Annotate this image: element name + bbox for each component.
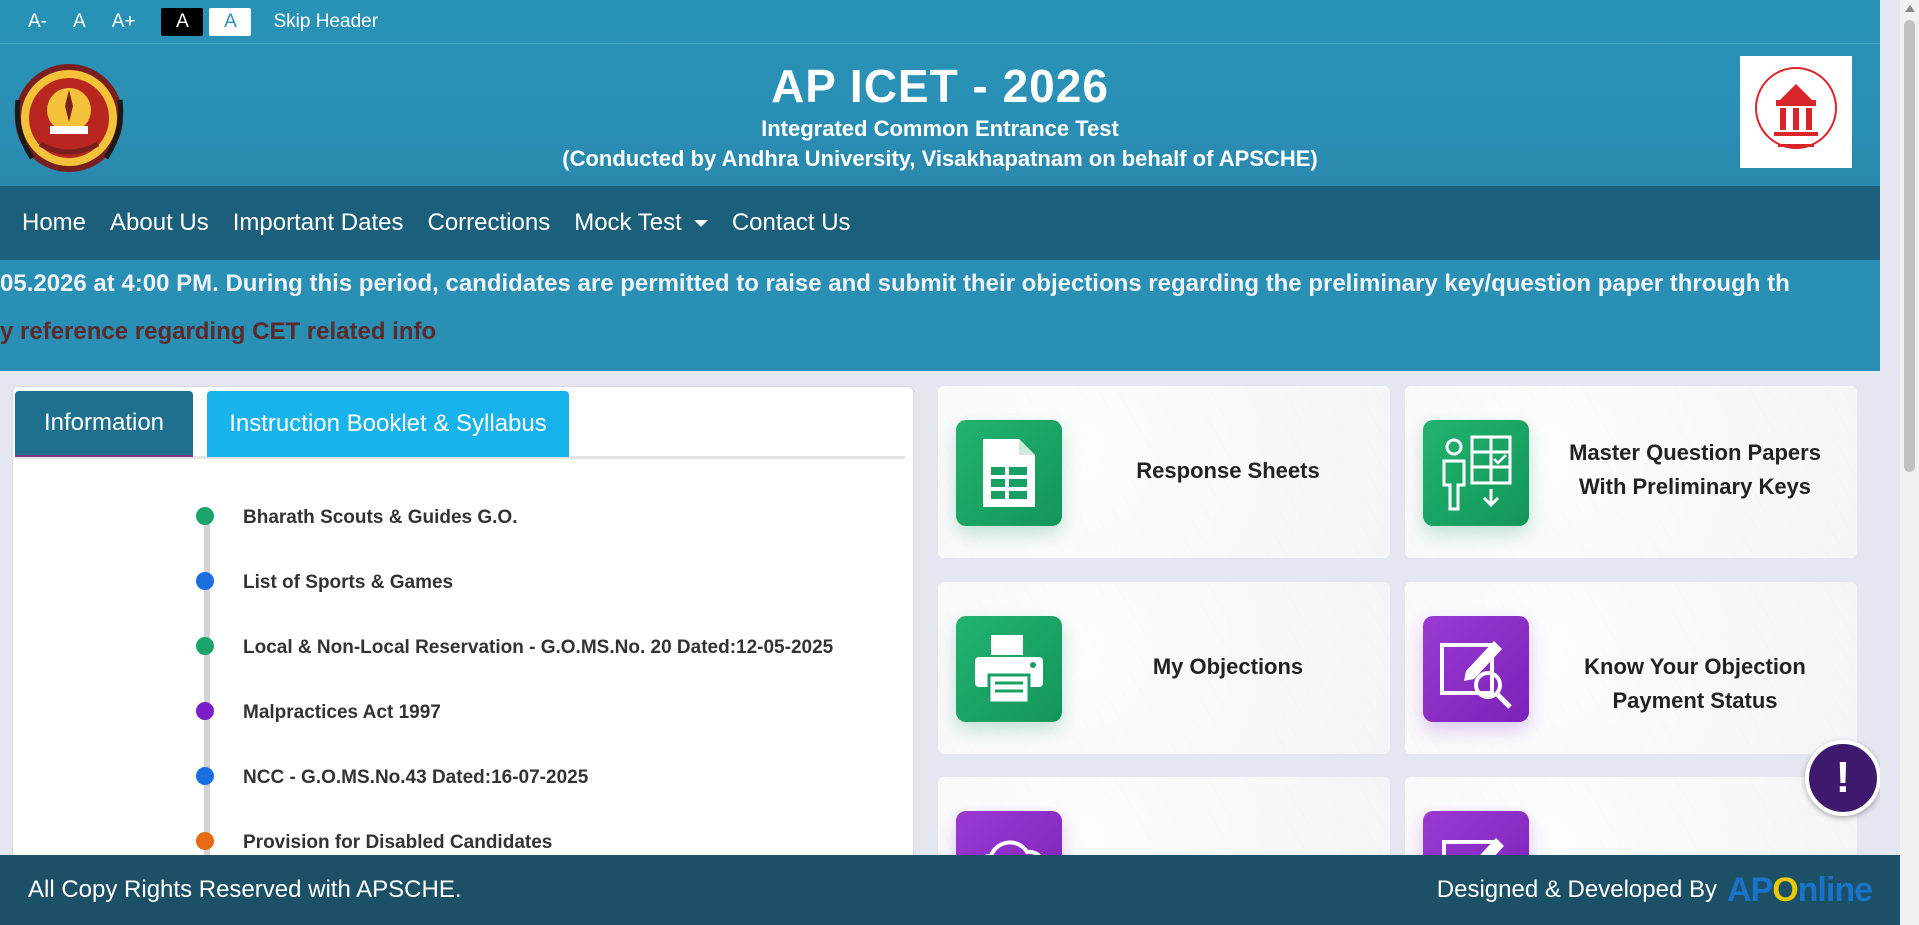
timeline-item-label[interactable]: Bharath Scouts & Guides G.O. bbox=[243, 507, 518, 529]
timeline-dot bbox=[196, 572, 214, 590]
nav-corrections[interactable]: Corrections bbox=[428, 209, 551, 237]
timeline-dot bbox=[196, 507, 214, 525]
master-question-papers-label-1: Master Question Papers bbox=[1569, 440, 1821, 465]
site-subtitle: Integrated Common Entrance Test bbox=[761, 116, 1119, 141]
footer-credits: Designed & Developed By APOnline bbox=[1436, 870, 1873, 910]
exclamation-icon: ! bbox=[1835, 753, 1851, 802]
apsche-logo[interactable] bbox=[1740, 56, 1852, 168]
timeline-item-label[interactable]: List of Sports & Games bbox=[243, 572, 453, 594]
objection-payment-status-label-2: Payment Status bbox=[1612, 688, 1778, 713]
edit-search-icon bbox=[1423, 616, 1529, 722]
nav-mock-test[interactable]: Mock Test bbox=[574, 209, 708, 237]
nav-important-dates[interactable]: Important Dates bbox=[233, 209, 404, 237]
aponline-o: O bbox=[1772, 870, 1798, 909]
aponline-ap: AP bbox=[1726, 870, 1773, 909]
help-alert-button[interactable]: ! bbox=[1805, 740, 1880, 816]
site-title-block: AP ICET - 2026 Integrated Common Entranc… bbox=[440, 58, 1440, 174]
response-sheets-card[interactable]: Response Sheets bbox=[938, 386, 1390, 558]
contrast-light-button[interactable]: A bbox=[209, 7, 252, 36]
aponline-nline: nline bbox=[1797, 870, 1873, 909]
tab-information[interactable]: Information bbox=[15, 391, 193, 457]
footer: All Copy Rights Reserved with APSCHE. De… bbox=[0, 855, 1900, 925]
conducted-by-text: (Conducted by Andhra University, Visakha… bbox=[562, 146, 1318, 171]
timeline-item-label[interactable]: Malpractices Act 1997 bbox=[243, 702, 441, 724]
spreadsheet-icon bbox=[956, 420, 1062, 526]
timeline-dot bbox=[196, 767, 214, 785]
chevron-down-icon bbox=[693, 219, 708, 227]
my-objections-card[interactable]: My Objections bbox=[938, 582, 1390, 754]
andhra-university-logo[interactable] bbox=[10, 60, 128, 176]
objection-payment-status-label-1: Know Your Objection bbox=[1584, 654, 1806, 679]
font-decrease-button[interactable]: A- bbox=[28, 11, 47, 33]
font-increase-button[interactable]: A+ bbox=[112, 11, 136, 33]
timeline-item[interactable]: List of Sports & Games bbox=[13, 572, 913, 612]
timeline-item[interactable]: Bharath Scouts & Guides G.O. bbox=[13, 507, 913, 547]
timeline-item-label[interactable]: Local & Non-Local Reservation - G.O.MS.N… bbox=[243, 637, 833, 659]
scrollbar-thumb[interactable] bbox=[1904, 20, 1915, 472]
timeline-dot bbox=[196, 832, 214, 850]
master-question-papers-label-2: With Preliminary Keys bbox=[1578, 474, 1812, 499]
timeline-item[interactable]: Malpractices Act 1997 bbox=[13, 702, 913, 742]
nav-contact-us[interactable]: Contact Us bbox=[732, 209, 851, 237]
aponline-logo[interactable]: APOnline bbox=[1726, 870, 1873, 910]
timeline-item[interactable]: NCC - G.O.MS.No.43 Dated:16-07-2025 bbox=[13, 767, 913, 807]
info-tabs: Information Instruction Booklet & Syllab… bbox=[15, 391, 905, 459]
footer-copyright: All Copy Rights Reserved with APSCHE. bbox=[28, 876, 462, 903]
timeline-item-label[interactable]: Provision for Disabled Candidates bbox=[243, 832, 552, 854]
information-panel: Information Instruction Booklet & Syllab… bbox=[12, 386, 914, 906]
skip-header-link[interactable]: Skip Header bbox=[273, 11, 378, 33]
timeline-dot bbox=[196, 637, 214, 655]
timeline-dot bbox=[196, 702, 214, 720]
timeline-item-label[interactable]: NCC - G.O.MS.No.43 Dated:16-07-2025 bbox=[243, 767, 588, 789]
accessibility-bar: A- A A+ A A Skip Header bbox=[0, 0, 1880, 44]
announcement-line-1[interactable]: 05.2026 at 4:00 PM. During this period, … bbox=[0, 270, 1790, 298]
nav-home[interactable]: Home bbox=[22, 209, 86, 237]
announcement-line-2[interactable]: y reference regarding CET related info bbox=[0, 318, 436, 346]
person-grid-download-icon bbox=[1423, 420, 1529, 526]
nav-about-us[interactable]: About Us bbox=[110, 209, 209, 237]
printer-icon bbox=[956, 616, 1062, 722]
site-title: AP ICET - 2026 bbox=[771, 60, 1109, 112]
contrast-dark-button[interactable]: A bbox=[161, 7, 204, 36]
footer-designed-by: Designed & Developed By bbox=[1436, 876, 1717, 903]
timeline-item[interactable]: Local & Non-Local Reservation - G.O.MS.N… bbox=[13, 637, 913, 677]
timeline-line bbox=[204, 519, 210, 859]
page-scrollbar[interactable] bbox=[1900, 0, 1919, 925]
university-seal-icon bbox=[14, 64, 124, 172]
my-objections-label: My Objections bbox=[1152, 654, 1304, 679]
response-sheets-label: Response Sheets bbox=[1136, 458, 1320, 483]
nav-mock-test-label: Mock Test bbox=[574, 209, 682, 236]
font-normal-button[interactable]: A bbox=[73, 11, 86, 33]
header-band: A- A A+ A A Skip Header AP ICET - 2026 I… bbox=[0, 0, 1880, 186]
objection-payment-status-card[interactable]: Know Your Objection Payment Status bbox=[1405, 582, 1857, 754]
page: A- A A+ A A Skip Header AP ICET - 2026 I… bbox=[0, 0, 1880, 925]
apsche-seal-icon bbox=[1755, 67, 1837, 149]
scroll-up-arrow-icon[interactable] bbox=[1905, 5, 1915, 12]
main-nav: Home About Us Important Dates Correction… bbox=[0, 186, 1880, 260]
tab-instruction-booklet[interactable]: Instruction Booklet & Syllabus bbox=[207, 391, 569, 457]
announcement-marquee: 05.2026 at 4:00 PM. During this period, … bbox=[0, 260, 1880, 371]
master-question-papers-card[interactable]: Master Question Papers With Preliminary … bbox=[1405, 386, 1857, 558]
